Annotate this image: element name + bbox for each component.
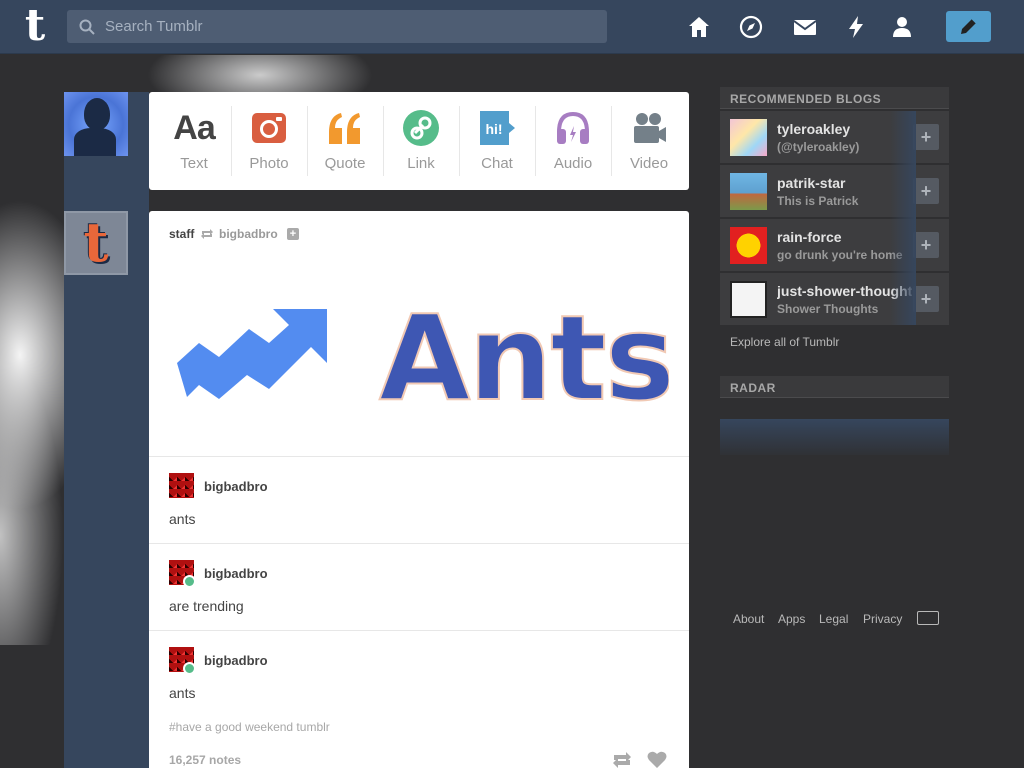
post-type-label: Photo (249, 155, 289, 172)
post-author-link[interactable]: staff (169, 227, 194, 241)
post-type-text[interactable]: Aa Text (156, 106, 232, 176)
user-avatar[interactable] (64, 92, 128, 156)
recommended-blogs-title: RECOMMENDED BLOGS (720, 87, 949, 109)
reblog-entry: bigbadbro ants (149, 630, 689, 717)
search-bar[interactable] (67, 10, 607, 43)
post-notes-count[interactable]: 16,257 notes (169, 753, 241, 767)
post-type-label: Video (629, 155, 669, 172)
blog-avatar[interactable] (730, 119, 767, 156)
footer-link-about[interactable]: About (733, 612, 764, 626)
chat-icon-text: hi! (485, 121, 502, 137)
follow-button[interactable]: + (913, 124, 939, 150)
reblog-text: ants (169, 511, 196, 527)
top-header: t (0, 0, 1024, 54)
video-camera-icon (634, 113, 666, 143)
post-type-chat[interactable]: hi! Chat (459, 106, 535, 176)
camera-icon (252, 113, 286, 143)
post-type-label: Text (180, 155, 208, 172)
post-type-label: Audio (553, 155, 593, 172)
keyboard-shortcuts-icon[interactable] (917, 611, 939, 625)
avatar-shoulders-silhouette (74, 128, 116, 156)
radar-title: RADAR (720, 376, 949, 398)
dashboard-avatar-column (64, 92, 149, 768)
follow-plus-icon[interactable]: + (287, 228, 299, 240)
blog-avatar[interactable] (730, 173, 767, 210)
reblog-avatar[interactable] (169, 473, 194, 498)
follow-button[interactable]: + (913, 232, 939, 258)
explore-tumblr-link[interactable]: Explore all of Tumblr (730, 335, 839, 349)
post-image-text: Ants (379, 291, 669, 421)
like-heart-icon[interactable] (647, 751, 667, 768)
footer-link-privacy[interactable]: Privacy (863, 612, 902, 626)
link-icon (403, 110, 439, 146)
trending-arrow-graphic (177, 309, 327, 399)
radar-content[interactable] (720, 419, 949, 455)
pencil-icon (961, 18, 977, 34)
post-type-label: Quote (324, 155, 366, 172)
staff-avatar-letter: t (83, 210, 109, 274)
blog-avatar[interactable] (730, 281, 767, 318)
headphones-icon (557, 111, 589, 144)
home-icon[interactable] (686, 14, 712, 40)
quote-icon (329, 113, 360, 144)
compose-button[interactable] (946, 11, 991, 42)
reblog-blog-name[interactable]: bigbadbro (204, 479, 268, 494)
reblog-badge-icon (183, 575, 196, 588)
blog-avatar[interactable] (730, 227, 767, 264)
explore-compass-icon[interactable] (738, 14, 764, 40)
reblog-badge-icon (183, 662, 196, 675)
blog-title: Shower Thoughts (777, 302, 879, 316)
staff-avatar[interactable]: t (64, 211, 128, 275)
post-type-photo[interactable]: Photo (231, 106, 307, 176)
dashboard-post: staff bigbadbro + Ants bigbadbro ants bi… (149, 211, 689, 768)
reblog-entry: bigbadbro are trending (149, 543, 689, 630)
post-image-ants-trending: Ants (177, 291, 669, 421)
post-type-label: Chat (481, 155, 513, 172)
search-input[interactable] (105, 10, 595, 43)
inbox-mail-icon[interactable] (792, 14, 818, 40)
chat-bubble-icon: hi! (480, 111, 515, 145)
post-type-quote[interactable]: Quote (307, 106, 383, 176)
follow-button[interactable]: + (913, 286, 939, 312)
activity-lightning-icon[interactable] (843, 14, 869, 40)
avatar-head-silhouette (84, 98, 110, 130)
tumblr-logo[interactable]: t (18, 4, 52, 48)
post-type-audio[interactable]: Audio (535, 106, 611, 176)
post-type-label: Link (407, 155, 435, 172)
reblog-blog-name[interactable]: bigbadbro (204, 566, 268, 581)
search-icon (79, 19, 95, 35)
blog-title: go drunk you're home (777, 248, 903, 262)
reblogged-from-link[interactable]: bigbadbro (219, 227, 278, 241)
reblog-button-icon[interactable] (611, 751, 633, 768)
recommended-blogs-fade (890, 111, 916, 325)
follow-button[interactable]: + (913, 178, 939, 204)
reblog-entry: bigbadbro ants (149, 456, 689, 543)
account-person-icon[interactable] (889, 14, 915, 40)
post-type-bar: Aa Text Photo Quote Link hi! Chat Audio … (149, 92, 689, 190)
text-aa-icon: Aa (173, 109, 215, 147)
footer-link-apps[interactable]: Apps (778, 612, 805, 626)
blog-title: This is Patrick (777, 194, 859, 208)
post-type-link[interactable]: Link (383, 106, 459, 176)
footer-link-legal[interactable]: Legal (819, 612, 848, 626)
reblog-blog-name[interactable]: bigbadbro (204, 653, 268, 668)
post-tags[interactable]: #have a good weekend tumblr (169, 720, 330, 734)
reblog-text: are trending (169, 598, 244, 614)
reblog-text: ants (169, 685, 196, 701)
blog-title: (@tyleroakley) (777, 140, 860, 154)
reblog-icon (201, 229, 213, 239)
post-type-video[interactable]: Video (611, 106, 687, 176)
